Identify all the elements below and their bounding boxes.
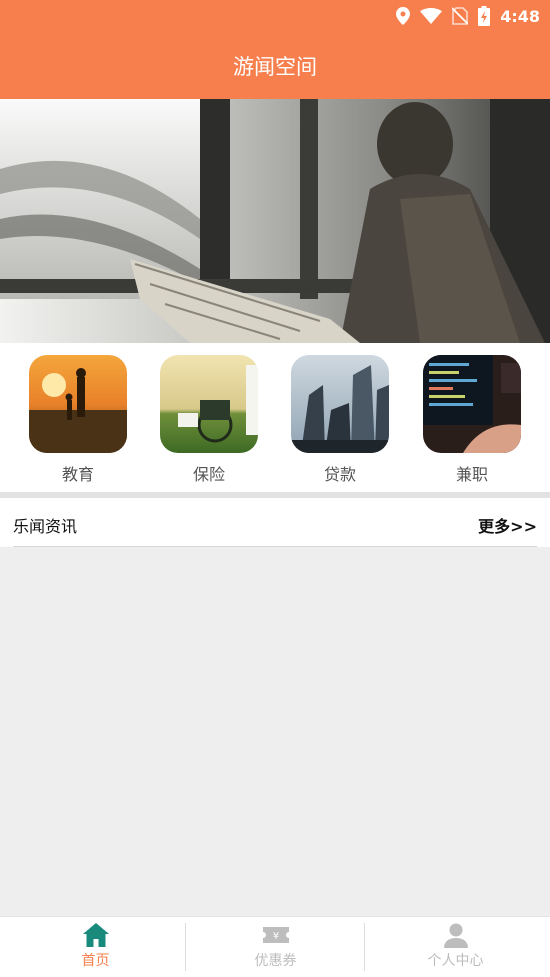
app-title: 游闻空间 — [233, 54, 317, 79]
category-label: 教育 — [61, 465, 94, 484]
status-icons: 4:48 — [396, 5, 540, 27]
no-sim-icon — [452, 7, 469, 25]
wifi-icon — [420, 8, 443, 24]
bottom-navigation: 首页 ¥ 优惠券 个人中心 — [0, 916, 550, 977]
news-more-link[interactable]: 更多>> — [478, 513, 537, 537]
category-loan[interactable]: 贷款 — [291, 355, 389, 485]
person-icon — [443, 923, 468, 948]
nav-home[interactable]: 首页 — [4, 917, 187, 977]
status-time: 4:48 — [500, 6, 540, 26]
banner-image — [0, 99, 550, 343]
category-insurance[interactable]: 保险 — [160, 355, 258, 485]
news-section-header: 乐闻资讯 更多>> — [0, 498, 550, 547]
category-grid: 教育 保险 贷款 兼职 — [0, 343, 550, 492]
news-title: 乐闻资讯 — [13, 517, 78, 536]
insurance-image — [160, 355, 258, 453]
category-label: 保险 — [192, 465, 225, 484]
banner-carousel[interactable] — [0, 99, 550, 343]
nav-profile-label: 个人中心 — [427, 953, 484, 969]
nav-profile[interactable]: 个人中心 — [364, 917, 547, 977]
coupon-icon: ¥ — [262, 927, 289, 943]
education-image — [29, 355, 127, 453]
svg-text:¥: ¥ — [272, 931, 278, 942]
status-bar: 4:48 — [0, 0, 550, 32]
home-icon — [82, 923, 109, 947]
category-label: 贷款 — [323, 465, 356, 484]
parttime-image — [423, 355, 521, 453]
battery-charging-icon — [478, 6, 491, 26]
nav-coupon-label: 优惠券 — [254, 953, 297, 969]
category-parttime[interactable]: 兼职 — [423, 355, 521, 485]
news-list — [0, 547, 550, 916]
category-label: 兼职 — [455, 465, 488, 484]
app-bar: 游闻空间 — [0, 32, 550, 99]
nav-home-label: 首页 — [81, 953, 110, 969]
loan-image — [291, 355, 389, 453]
nav-coupon[interactable]: ¥ 优惠券 — [184, 917, 367, 977]
location-icon — [396, 7, 411, 25]
category-education[interactable]: 教育 — [29, 355, 127, 485]
